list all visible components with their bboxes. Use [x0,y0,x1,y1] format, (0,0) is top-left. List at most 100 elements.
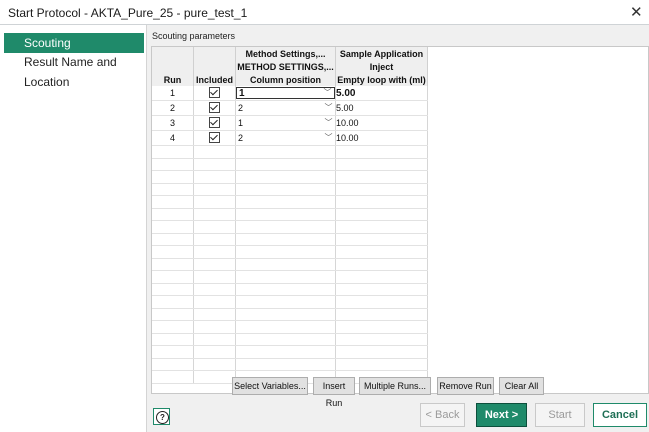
included-cell[interactable] [193,100,236,116]
empty-rows [152,145,428,384]
included-cell[interactable] [193,115,236,131]
included-checkbox[interactable] [209,87,220,98]
empty-cell [193,183,236,196]
empty-cell [235,233,336,246]
run-number: 1 [152,86,194,101]
empty-cell [152,145,194,159]
column-position-dropdown[interactable]: 1 ﹀ [236,87,335,99]
table-row[interactable]: 2 2 ﹀ 5.00 [152,100,428,116]
empty-cell [152,183,194,196]
empty-cell [335,220,428,234]
empty-cell [235,283,336,296]
multiple-runs-button[interactable]: Multiple Runs... [359,377,431,395]
clear-all-button[interactable]: Clear All [499,377,544,395]
column-position-cell[interactable]: 1 ﹀ [235,86,336,101]
column-position-dropdown[interactable]: 2 ﹀ [236,103,335,114]
empty-cell [152,333,194,346]
header-blank [193,60,236,73]
empty-row [152,258,428,271]
empty-row [152,158,428,171]
next-button[interactable]: Next > [476,403,527,427]
included-checkbox[interactable] [209,102,220,113]
empty-cell [193,308,236,321]
sidebar-item-result-name-and-location[interactable]: Result Name and Location [4,52,144,89]
empty-loop-value[interactable]: 10.00 [335,115,428,131]
included-checkbox[interactable] [209,117,220,128]
included-cell[interactable] [193,130,236,146]
header-sub-method: METHOD SETTINGS,... [235,60,336,73]
empty-row [152,195,428,209]
empty-cell [193,270,236,284]
empty-cell [193,333,236,346]
cancel-button[interactable]: Cancel [593,403,647,427]
empty-cell [193,245,236,259]
start-button[interactable]: Start [535,403,585,427]
sidebar-item-scouting[interactable]: Scouting [4,33,144,53]
column-position-value: 1 [239,88,245,99]
empty-cell [193,320,236,334]
column-position-cell[interactable]: 2 ﹀ [235,130,336,146]
chevron-down-icon[interactable]: ﹀ [324,118,333,128]
included-checkbox[interactable] [209,132,220,143]
chevron-down-icon[interactable]: ﹀ [324,133,333,143]
table-row[interactable]: 4 2 ﹀ 10.00 [152,130,428,146]
sidebar: Scouting Result Name and Location [0,25,147,432]
empty-row [152,283,428,296]
empty-row [152,245,428,259]
empty-cell [152,158,194,171]
empty-cell [335,183,428,196]
column-position-dropdown[interactable]: 2 ﹀ [236,133,335,144]
empty-cell [235,158,336,171]
back-button[interactable]: < Back [420,403,465,427]
empty-cell [152,208,194,221]
empty-cell [335,233,428,246]
scouting-grid: Method Settings,... Sample Application M… [151,46,649,394]
empty-cell [335,170,428,184]
help-button[interactable]: ? [153,408,170,425]
remove-run-button[interactable]: Remove Run [437,377,494,395]
table-row[interactable]: 1 1 ﹀ 5.00 [152,86,428,101]
empty-cell [335,345,428,359]
empty-row [152,295,428,309]
empty-cell [335,295,428,309]
empty-cell [235,145,336,159]
empty-cell [152,270,194,284]
help-icon: ? [156,411,169,424]
empty-cell [152,195,194,209]
empty-loop-value[interactable]: 5.00 [335,86,428,101]
chevron-down-icon[interactable]: ﹀ [323,88,332,98]
empty-cell [235,245,336,259]
window-title: Start Protocol - AKTA_Pure_25 - pure_tes… [8,6,248,20]
empty-row [152,345,428,359]
empty-loop-value[interactable]: 5.00 [335,100,428,116]
insert-run-button[interactable]: Insert Run [313,377,355,408]
empty-cell [235,183,336,196]
empty-loop-value[interactable]: 10.00 [335,130,428,146]
empty-cell [152,370,194,384]
empty-cell [235,295,336,309]
empty-cell [235,320,336,334]
empty-cell [335,320,428,334]
header-group-sample: Sample Application [335,47,428,60]
chevron-down-icon[interactable]: ﹀ [324,103,333,113]
header-blank [152,47,194,60]
title-bar: Start Protocol - AKTA_Pure_25 - pure_tes… [0,0,649,24]
column-position-dropdown[interactable]: 1 ﹀ [236,118,335,129]
header-included: Included [193,73,236,86]
select-variables-button[interactable]: Select Variables... [232,377,308,395]
column-position-cell[interactable]: 1 ﹀ [235,115,336,131]
run-number: 4 [152,130,194,146]
empty-cell [193,258,236,271]
empty-cell [193,233,236,246]
column-position-cell[interactable]: 2 ﹀ [235,100,336,116]
empty-cell [152,220,194,234]
empty-cell [193,370,236,384]
run-number: 2 [152,100,194,116]
run-number: 3 [152,115,194,131]
included-cell[interactable] [193,86,236,101]
column-position-value: 1 [238,117,244,128]
close-icon[interactable]: ✕ [630,3,643,21]
empty-cell [152,233,194,246]
empty-row [152,320,428,334]
table-row[interactable]: 3 1 ﹀ 10.00 [152,115,428,131]
